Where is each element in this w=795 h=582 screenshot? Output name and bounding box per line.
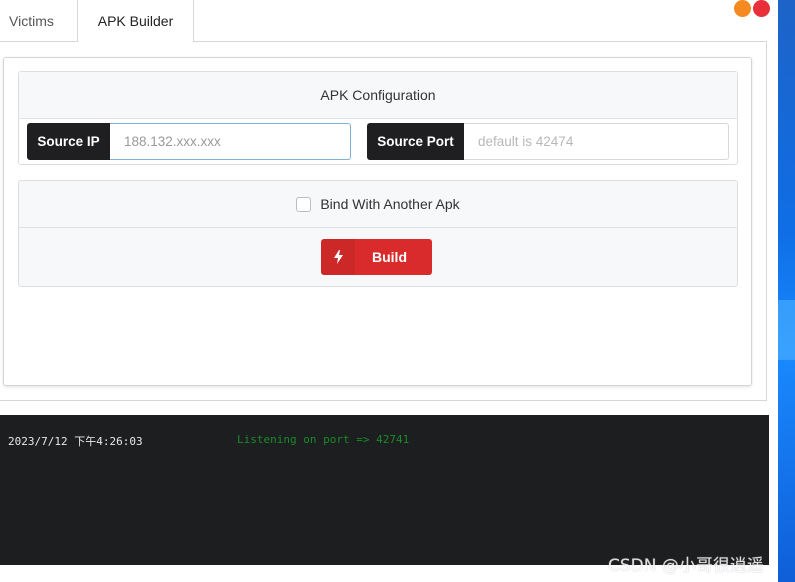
tab-apk-builder[interactable]: APK Builder — [77, 0, 194, 42]
source-port-label: Source Port — [367, 123, 464, 160]
source-ip-group: Source IP — [27, 123, 351, 160]
build-card: Bind With Another Apk Build — [18, 180, 738, 287]
bind-checkbox[interactable] — [296, 196, 312, 212]
tab-victims[interactable]: Victims — [0, 0, 77, 41]
log-console: 2023/7/12 下午4:26:03 Listening on port =>… — [0, 415, 769, 565]
bind-row: Bind With Another Apk — [19, 181, 737, 228]
source-port-group: Source Port — [367, 123, 729, 160]
log-line: 2023/7/12 下午4:26:03 Listening on port =>… — [8, 433, 748, 448]
builder-card: APK Configuration Source IP Source Port … — [3, 57, 752, 386]
bolt-icon — [321, 239, 355, 275]
build-button[interactable]: Build — [321, 239, 432, 275]
source-ip-label: Source IP — [27, 123, 110, 160]
bind-label[interactable]: Bind With Another Apk — [320, 196, 459, 212]
app-window: Victims APK Builder APK Configuration So… — [0, 0, 795, 582]
log-timestamp: 2023/7/12 下午4:26:03 — [8, 435, 143, 448]
desktop-background — [778, 0, 795, 582]
config-title: APK Configuration — [19, 72, 737, 119]
source-port-input[interactable] — [464, 123, 729, 160]
apk-builder-panel: APK Configuration Source IP Source Port … — [0, 41, 767, 401]
source-ip-input[interactable] — [110, 123, 351, 160]
build-button-label: Build — [372, 249, 407, 265]
log-message: Listening on port => 42741 — [237, 433, 410, 446]
tab-bar: Victims APK Builder — [0, 0, 767, 42]
apk-configuration-card: APK Configuration Source IP Source Port — [18, 71, 738, 165]
build-row: Build — [19, 228, 737, 288]
watermark: CSDN @小哥很逍遥 — [608, 556, 764, 576]
